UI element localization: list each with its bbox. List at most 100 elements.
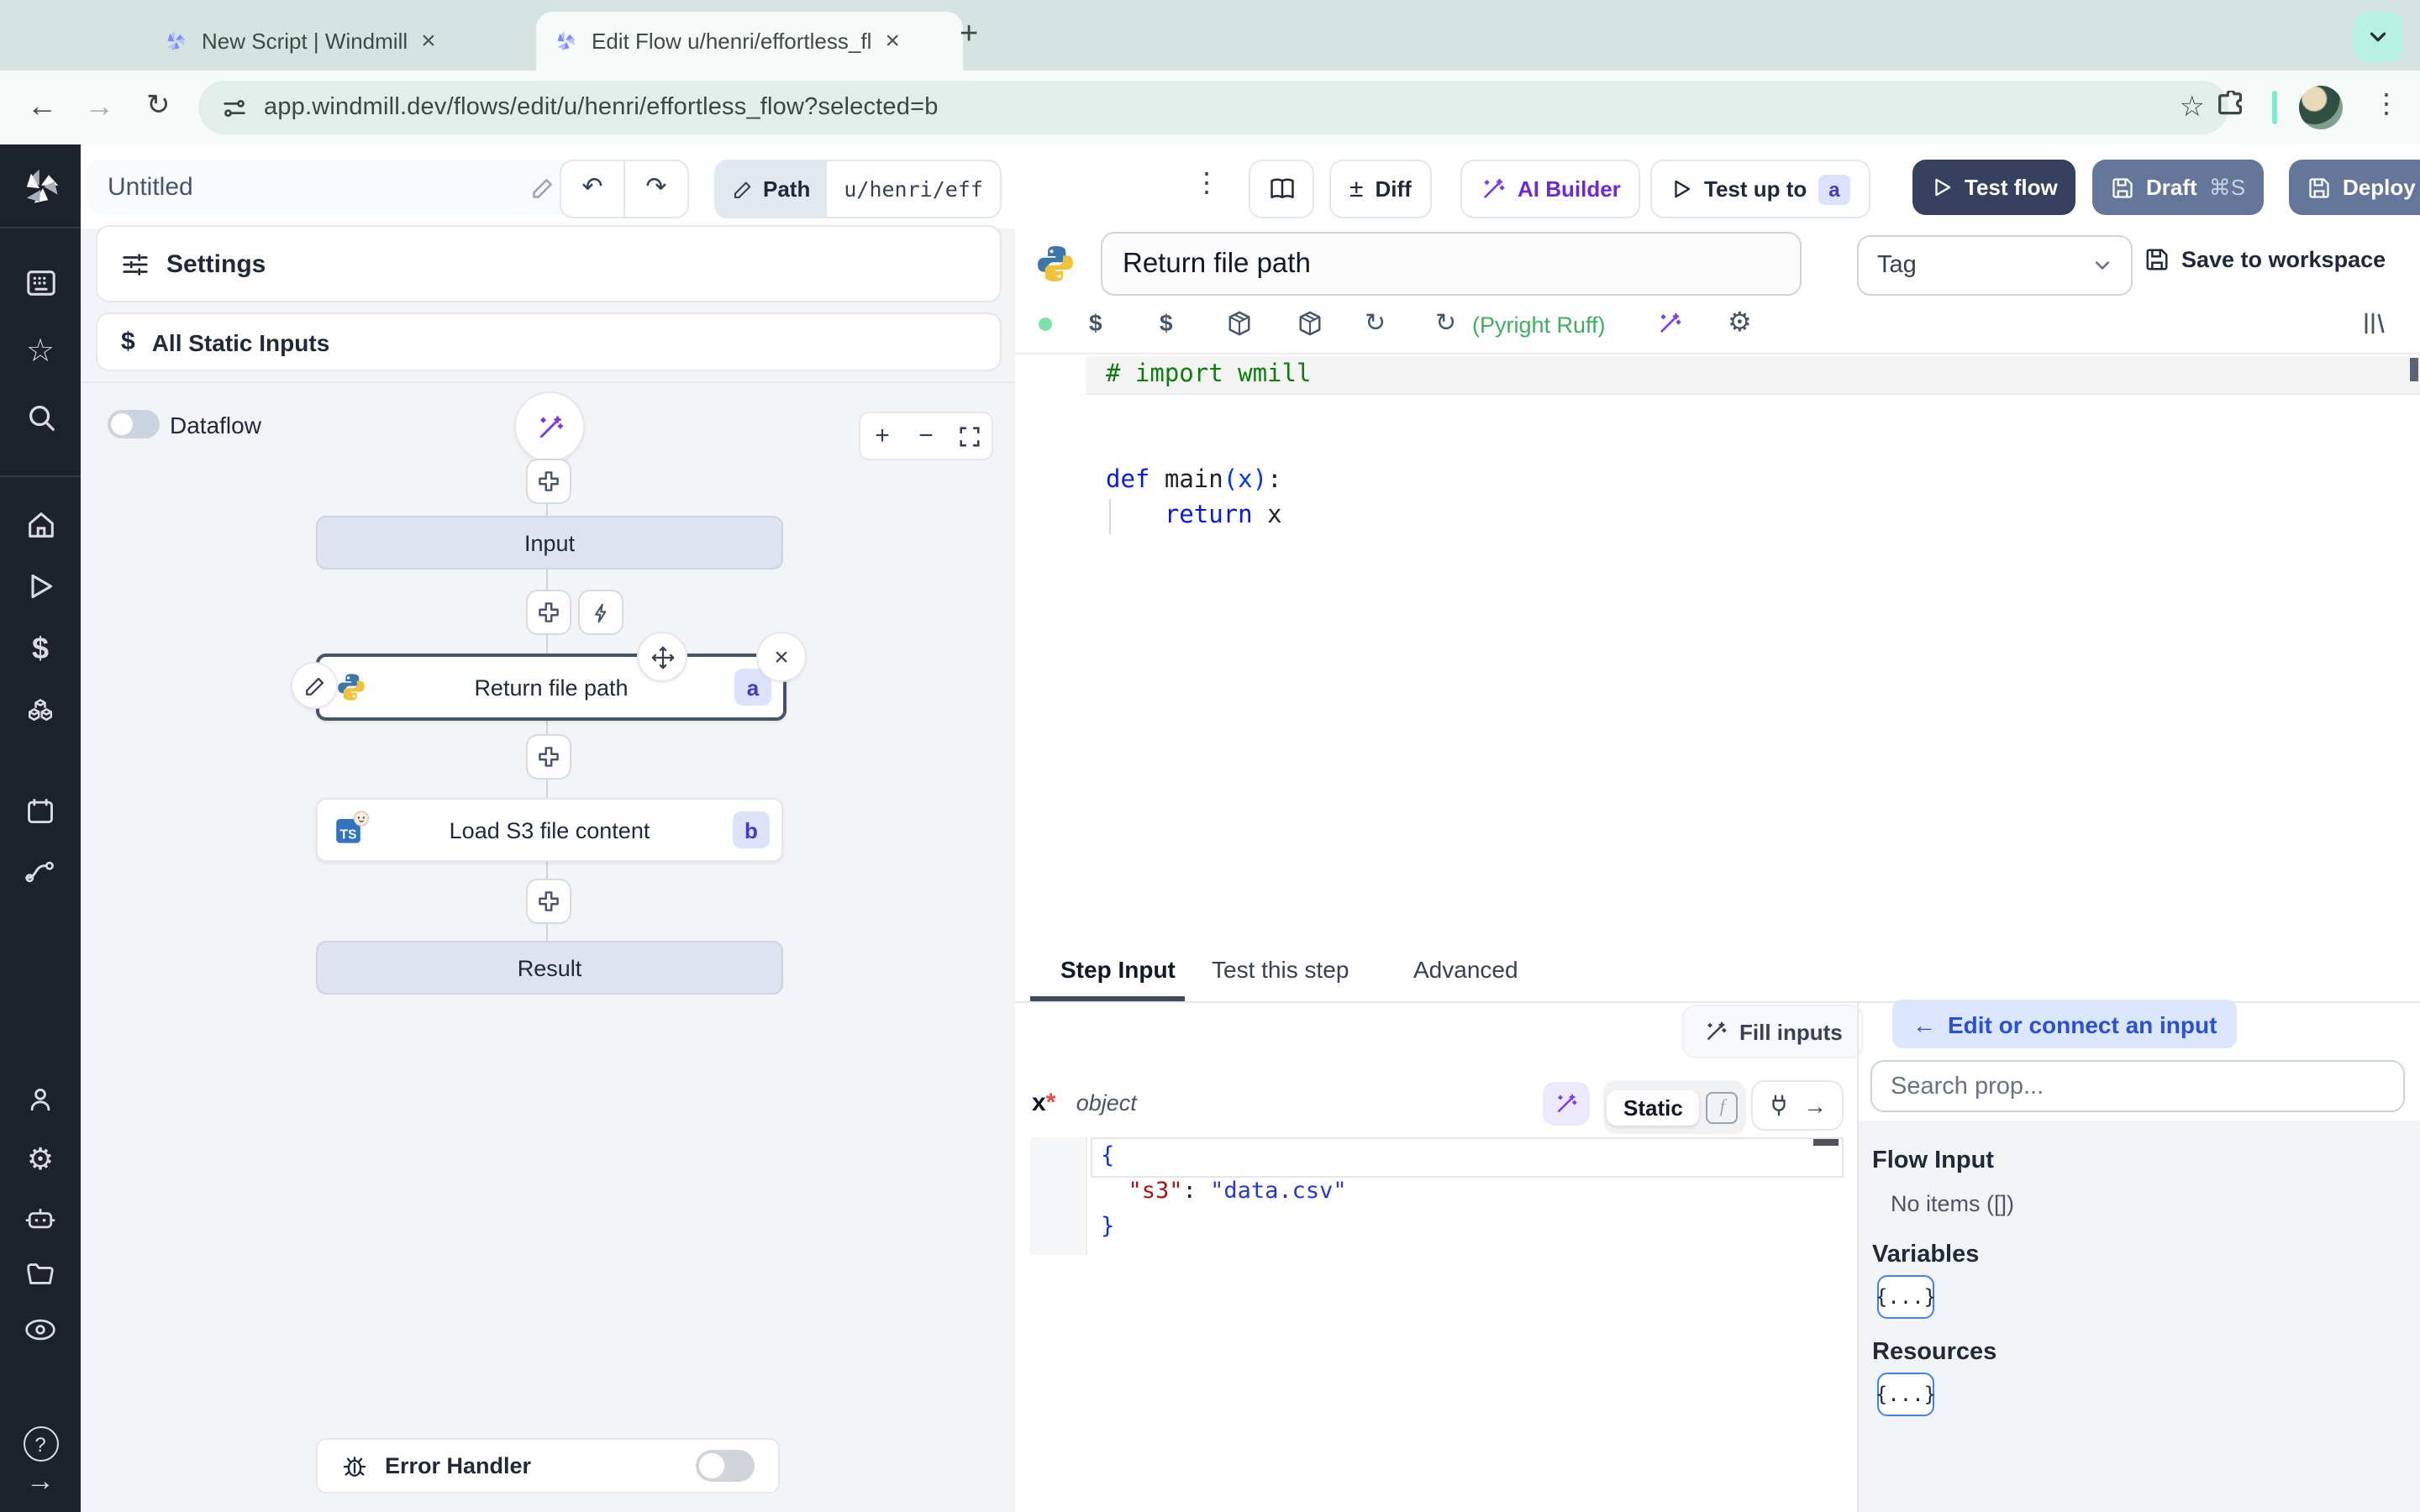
tab-advanced[interactable]: Advanced <box>1413 956 1518 983</box>
sidebar-item-search[interactable] <box>0 402 81 433</box>
json-input-editor[interactable]: { "s3": "data.csv" } <box>1030 1137 1845 1255</box>
code-line-1[interactable]: # import wmill <box>1106 358 1311 393</box>
library-icon[interactable] <box>2360 311 2386 336</box>
more-options-icon[interactable]: ⋮ <box>1193 166 1220 200</box>
add-step-button[interactable] <box>526 590 571 635</box>
sidebar-item-home[interactable] <box>0 509 81 541</box>
bookmark-star-icon[interactable]: ☆ <box>2180 91 2206 124</box>
dollar-icon: $ <box>121 328 135 356</box>
sidebar-item-favorites[interactable]: ☆ <box>0 333 81 371</box>
flow-summary-field[interactable]: Untitled <box>87 160 575 215</box>
back-button[interactable]: ← <box>27 89 57 124</box>
connect-sections: Flow Input No items ([]) Variables {...}… <box>1859 1121 2420 1512</box>
step-name-input[interactable] <box>1101 232 1802 296</box>
profile-avatar[interactable] <box>2299 86 2343 129</box>
sidebar-item-workers[interactable] <box>0 1203 81 1233</box>
search-prop-input[interactable] <box>1870 1060 2405 1112</box>
sidebar-item-routes[interactable] <box>0 858 81 885</box>
sidebar-item-apps[interactable] <box>0 267 81 299</box>
reload-linter-button[interactable]: ↻ <box>1435 307 1456 338</box>
sidebar-item-settings[interactable]: ⚙ <box>0 1142 81 1178</box>
sidebar-item-runs[interactable] <box>0 571 81 601</box>
magic-wand-icon[interactable] <box>1657 311 1682 336</box>
all-static-inputs-button[interactable]: $ All Static Inputs <box>96 312 1002 371</box>
reload-lsp-button[interactable]: ↻ <box>1365 307 1386 338</box>
new-tab-button[interactable]: + <box>960 17 978 54</box>
variables-button[interactable]: $ <box>1160 309 1173 336</box>
package-icon[interactable] <box>1297 311 1323 336</box>
error-handler-row[interactable]: Error Handler <box>316 1438 780 1494</box>
add-step-button[interactable] <box>526 879 571 924</box>
variables-braces-chip[interactable]: {...} <box>1876 1275 1936 1319</box>
sidebar-item-folders[interactable] <box>0 1260 81 1289</box>
move-step-handle[interactable] <box>637 632 687 682</box>
editor-top-border <box>1015 353 2420 354</box>
url-bar[interactable]: app.windmill.dev/flows/edit/u/henri/effo… <box>198 81 2228 134</box>
tag-select[interactable]: Tag <box>1857 235 2133 296</box>
ai-flow-button[interactable] <box>514 391 585 462</box>
edit-step-button[interactable] <box>291 662 338 709</box>
sidebar-item-resources[interactable] <box>0 696 81 729</box>
fullscreen-button[interactable] <box>948 426 992 446</box>
test-up-to-button[interactable]: Test up to a <box>1650 160 1870 218</box>
sidebar-item-variables[interactable]: $ <box>0 632 81 667</box>
arrow-left-icon: ← <box>1912 1011 1936 1037</box>
add-step-button[interactable] <box>526 734 571 780</box>
tab-close-icon[interactable]: × <box>885 27 900 55</box>
flow-settings-button[interactable]: Settings <box>96 225 1002 302</box>
editor-scrollbar-thumb[interactable] <box>2410 358 2418 381</box>
browser-tab-new-script[interactable]: New Script | Windmill × <box>146 12 553 71</box>
step-node-b[interactable]: TS Load S3 file content b <box>316 798 783 862</box>
windmill-logo[interactable] <box>0 165 81 210</box>
flow-result-node[interactable]: Result <box>316 941 783 995</box>
diff-button[interactable]: ± Diff <box>1329 160 1432 218</box>
package-icon[interactable] <box>1227 311 1252 336</box>
arrow-right-icon: → <box>26 1465 55 1497</box>
test-flow-button[interactable]: Test flow <box>1912 160 2076 215</box>
sidebar-item-help[interactable]: ? <box>0 1426 81 1462</box>
zoom-out-button[interactable]: − <box>904 422 948 450</box>
editor-settings-icon[interactable]: ⚙ <box>1728 306 1752 339</box>
edit-or-connect-button[interactable]: ← Edit or connect an input <box>1892 1000 2238 1048</box>
tab-step-input[interactable]: Step Input <box>1060 956 1176 983</box>
browser-tab-edit-flow[interactable]: Edit Flow u/henri/effortless_fl × <box>536 12 963 71</box>
add-trigger-button[interactable] <box>578 590 623 635</box>
reload-button[interactable]: ↻ <box>146 89 171 123</box>
fill-inputs-button[interactable]: Fill inputs <box>1682 1005 1865 1058</box>
ai-builder-button[interactable]: AI Builder <box>1460 160 1641 218</box>
save-to-workspace-button[interactable]: Save to workspace <box>2144 247 2386 272</box>
ai-fill-button[interactable] <box>1543 1082 1590 1126</box>
connect-input-group[interactable]: → <box>1751 1080 1844 1131</box>
delete-step-button[interactable]: × <box>756 632 807 682</box>
tab-search-button[interactable] <box>2353 12 2403 62</box>
undo-button[interactable]: ↶ <box>561 161 625 217</box>
draft-button[interactable]: Draft ⌘S <box>2092 160 2265 215</box>
browser-menu-icon[interactable]: ⋮ <box>2373 87 2400 121</box>
add-step-button[interactable] <box>526 459 571 504</box>
sidebar-collapse-toggle[interactable]: → <box>0 1465 81 1499</box>
sidebar-item-schedules[interactable] <box>0 796 81 827</box>
sidebar-item-audit-logs[interactable] <box>0 1317 81 1342</box>
resources-braces-chip[interactable]: {...} <box>1876 1373 1936 1416</box>
path-editor[interactable]: Path u/henri/eff <box>714 160 1002 218</box>
expression-mode-button[interactable]: f <box>1706 1091 1739 1123</box>
code-line-5[interactable]: return x <box>1106 499 1282 534</box>
extensions-icon[interactable] <box>2215 91 2247 123</box>
dataflow-toggle[interactable] <box>108 410 160 438</box>
flow-input-node[interactable]: Input <box>316 516 783 570</box>
assets-button[interactable]: $ <box>1089 309 1102 336</box>
magic-wand-icon <box>1484 178 1505 198</box>
json-scrollbar-thumb[interactable] <box>1813 1139 1839 1146</box>
static-mode-button[interactable]: Static <box>1607 1089 1700 1125</box>
zoom-in-button[interactable]: + <box>860 422 904 450</box>
tab-close-icon[interactable]: × <box>421 27 436 55</box>
step-node-a[interactable]: Return file path a <box>316 654 786 721</box>
deploy-button[interactable]: Deploy <box>2289 160 2420 215</box>
docs-button[interactable] <box>1249 160 1314 218</box>
code-line-4[interactable]: def main(x): <box>1106 464 1282 499</box>
forward-button[interactable]: → <box>84 89 114 124</box>
sidebar-item-users[interactable] <box>0 1085 81 1116</box>
error-handler-toggle[interactable] <box>696 1450 755 1482</box>
tab-test-this-step[interactable]: Test this step <box>1212 956 1349 983</box>
redo-button[interactable]: ↷ <box>625 161 687 217</box>
